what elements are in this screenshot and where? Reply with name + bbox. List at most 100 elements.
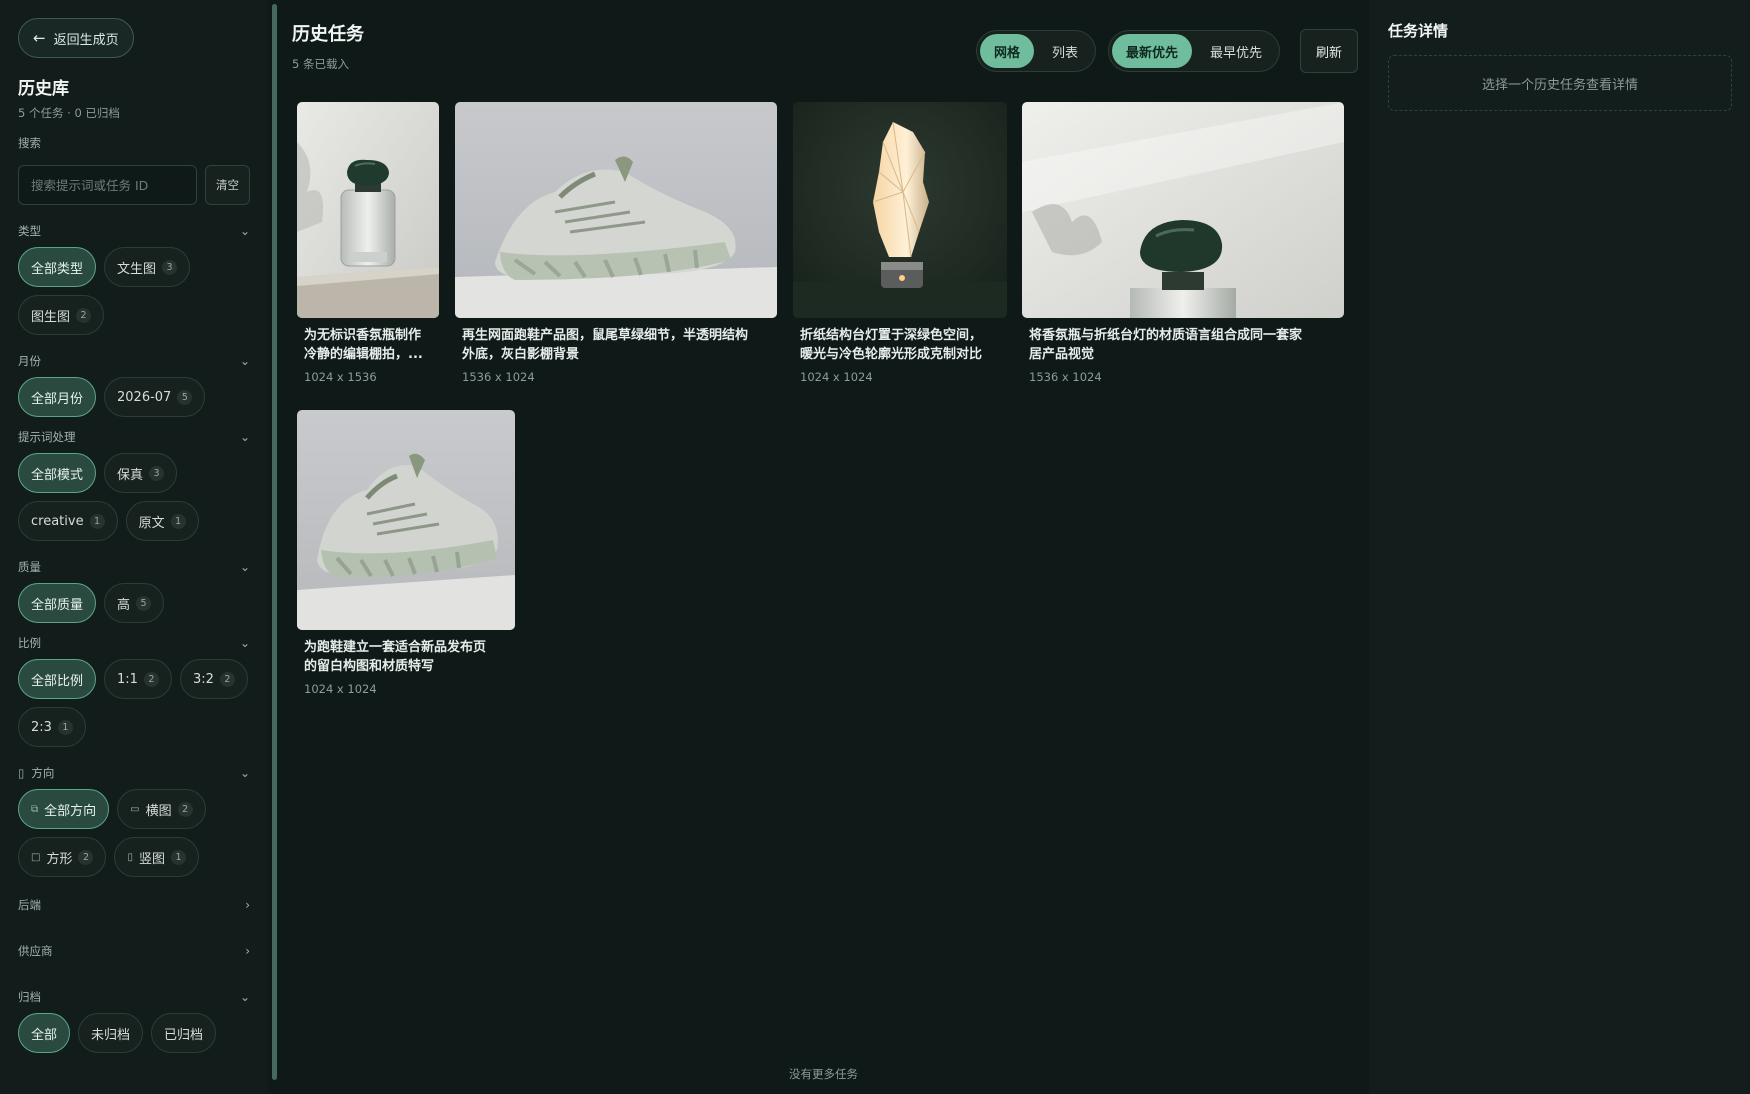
count-badge: 2 xyxy=(219,671,235,687)
chevron-down-icon: ⌄ xyxy=(239,560,250,574)
filter-archive-archived[interactable]: 已归档 xyxy=(151,1013,217,1053)
chevron-right-icon: › xyxy=(245,898,250,912)
filter-orientation-portrait[interactable]: ▯ 竖图 1 xyxy=(114,837,199,877)
history-sidebar: ← 返回生成页 历史库 5 个任务 · 0 已归档 搜索 清空 类型 ⌄ 全部类… xyxy=(0,0,268,1094)
facet-quality-header[interactable]: 质量 ⌄ xyxy=(18,559,250,575)
chevron-right-icon: › xyxy=(245,944,250,958)
filter-orientation-square[interactable]: □ 方形 2 xyxy=(18,837,107,877)
detail-title: 任务详情 xyxy=(1388,22,1449,40)
task-card[interactable]: 为跑鞋建立一套适合新品发布页 的留白构图和材质特写 1024 x 1024 xyxy=(297,410,515,700)
filter-prompt-creative[interactable]: creative 1 xyxy=(18,501,118,541)
pill-label: 全部模式 xyxy=(31,467,84,483)
task-dimensions: 1024 x 1024 xyxy=(304,682,377,696)
task-caption: 为跑鞋建立一套适合新品发布页 的留白构图和材质特写 xyxy=(304,638,510,676)
task-thumbnail[interactable] xyxy=(297,102,439,318)
filter-archive-all[interactable]: 全部 xyxy=(18,1013,71,1053)
count-badge: 1 xyxy=(170,513,186,529)
caption-line: 冷静的编辑棚拍，... xyxy=(304,347,423,362)
chevron-down-icon: ⌄ xyxy=(239,990,250,1004)
pill-label: 文生图 xyxy=(117,261,157,277)
facet-month-options: 全部月份 2026-07 5 xyxy=(18,377,250,417)
filter-prompt-all[interactable]: 全部模式 xyxy=(18,453,97,493)
facet-backend-header[interactable]: 后端 › xyxy=(18,897,250,913)
count-badge: 2 xyxy=(143,671,159,687)
count-badge: 1 xyxy=(89,513,105,529)
pill-label: 1:1 xyxy=(117,671,138,687)
filter-type-text-to-image[interactable]: 文生图 3 xyxy=(104,247,191,287)
sort-toggle: 最新优先 最早优先 xyxy=(1108,30,1281,72)
back-to-generate-button[interactable]: ← 返回生成页 xyxy=(18,18,134,58)
refresh-button[interactable]: 刷新 xyxy=(1300,29,1358,73)
facet-month-header[interactable]: 月份 ⌄ xyxy=(18,353,250,369)
filter-ratio-1-1[interactable]: 1:1 2 xyxy=(104,659,172,699)
task-thumbnail[interactable] xyxy=(455,102,777,318)
task-card[interactable]: 折纸结构台灯置于深绿色空间， 暖光与冷色轮廓光形成克制对比 1024 x 102… xyxy=(793,102,1007,386)
facet-orientation-header[interactable]: ▯ 方向 ⌄ xyxy=(18,765,250,781)
pill-label: 全部 xyxy=(31,1027,58,1043)
chevron-down-icon: ⌄ xyxy=(239,354,250,368)
task-card[interactable]: 将香氛瓶与折纸台灯的材质语言组合成同一套家 居产品视觉 1536 x 1024 xyxy=(1022,102,1344,386)
arrow-left-icon: ← xyxy=(33,29,46,47)
facet-provider-header[interactable]: 供应商 › xyxy=(18,943,250,959)
chevron-down-icon: ⌄ xyxy=(239,430,250,444)
count-badge: 5 xyxy=(136,595,152,611)
task-dimensions: 1536 x 1024 xyxy=(462,370,535,384)
pill-label: 全部方向 xyxy=(44,803,97,819)
filter-ratio-2-3[interactable]: 2:3 1 xyxy=(18,707,86,747)
facet-ratio-header[interactable]: 比例 ⌄ xyxy=(18,635,250,651)
sort-newest-button[interactable]: 最新优先 xyxy=(1112,34,1193,68)
task-card[interactable]: 再生网面跑鞋产品图，鼠尾草绿细节，半透明结构 外底，灰白影棚背景 1536 x … xyxy=(455,102,777,386)
pill-label: 2026-07 xyxy=(117,389,172,405)
filter-archive-unarchived[interactable]: 未归档 xyxy=(78,1013,144,1053)
filter-ratio-all[interactable]: 全部比例 xyxy=(18,659,97,699)
task-thumbnail[interactable] xyxy=(793,102,1007,318)
portrait-icon: ▯ xyxy=(127,851,133,863)
task-dimensions: 1536 x 1024 xyxy=(1029,370,1102,384)
task-thumbnail[interactable] xyxy=(1022,102,1344,318)
search-input[interactable] xyxy=(18,165,197,205)
page-title: 历史任务 xyxy=(292,24,364,45)
facet-month-label: 月份 xyxy=(18,354,41,368)
facet-archive-label: 归档 xyxy=(18,990,41,1004)
count-badge: 3 xyxy=(162,259,178,275)
clear-search-button[interactable]: 清空 xyxy=(205,165,250,205)
filter-quality-high[interactable]: 高5 xyxy=(104,583,165,623)
sort-oldest-button[interactable]: 最早优先 xyxy=(1196,34,1276,68)
history-main: 历史任务 5 条已载入 网格 列表 最新优先 最早优先 刷新 为无标识香氛瓶制作… xyxy=(278,0,1369,1094)
sidebar-scrollbar[interactable] xyxy=(272,4,277,1080)
pill-label: 保真 xyxy=(117,467,144,483)
task-caption: 折纸结构台灯置于深绿色空间， 暖光与冷色轮廓光形成克制对比 xyxy=(800,326,1006,364)
count-badge: 1 xyxy=(57,719,73,735)
library-title: 历史库 xyxy=(18,79,69,99)
filter-type-image-to-image[interactable]: 图生图 2 xyxy=(18,295,105,335)
filter-ratio-3-2[interactable]: 3:2 2 xyxy=(179,659,248,699)
filter-prompt-faithful[interactable]: 保真 3 xyxy=(104,453,178,493)
library-summary: 5 个任务 · 0 已归档 xyxy=(18,106,120,120)
filter-prompt-original[interactable]: 原文 1 xyxy=(125,501,199,541)
facet-backend-label: 后端 xyxy=(18,898,41,912)
count-badge: 5 xyxy=(177,389,193,405)
facet-type-header[interactable]: 类型 ⌄ xyxy=(18,223,250,239)
view-list-button[interactable]: 列表 xyxy=(1038,34,1092,68)
filter-type-all[interactable]: 全部类型 xyxy=(18,247,97,287)
filter-month-2026-07[interactable]: 2026-07 5 xyxy=(104,377,206,417)
back-button-label: 返回生成页 xyxy=(53,32,119,48)
filter-month-all[interactable]: 全部月份 xyxy=(18,377,97,417)
origami-lamp-image xyxy=(793,102,1007,318)
filter-quality-all[interactable]: 全部质量 xyxy=(18,583,97,623)
task-thumbnail[interactable] xyxy=(297,410,515,630)
facet-quality-options: 全部质量 高5 xyxy=(18,583,250,623)
caption-line: 居产品视觉 xyxy=(1029,347,1095,362)
facet-type-label: 类型 xyxy=(18,224,41,238)
perfume-bottle-image xyxy=(1022,102,1344,318)
filter-orientation-landscape[interactable]: ▭ 横图 2 xyxy=(117,789,206,829)
pill-label: 已归档 xyxy=(164,1027,204,1043)
view-grid-button[interactable]: 网格 xyxy=(980,34,1035,68)
chevron-down-icon: ⌄ xyxy=(239,636,250,650)
facet-prompt-header[interactable]: 提示词处理 ⌄ xyxy=(18,429,250,445)
facet-archive-header[interactable]: 归档 ⌄ xyxy=(18,989,250,1005)
task-card[interactable]: 为无标识香氛瓶制作 冷静的编辑棚拍，... 1024 x 1536 xyxy=(297,102,439,386)
pill-label: 未归档 xyxy=(91,1027,131,1043)
landscape-icon: ▭ xyxy=(130,803,140,815)
filter-orientation-all[interactable]: ⧉ 全部方向 xyxy=(18,789,110,829)
